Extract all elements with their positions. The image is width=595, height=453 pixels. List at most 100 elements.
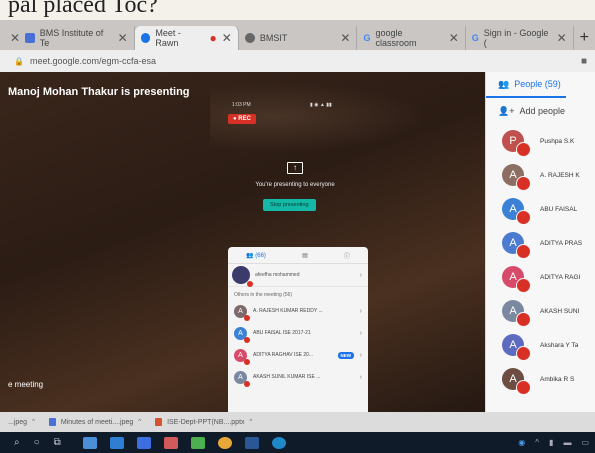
add-people-label: Add people (519, 106, 566, 116)
avatar: A (234, 370, 250, 387)
person-row[interactable]: A Akshara Y Ta (486, 328, 595, 362)
chrome-icon[interactable] (217, 436, 232, 449)
close-icon[interactable]: ✕ (222, 31, 232, 45)
person-row[interactable]: P Pushpa S.K (486, 124, 595, 158)
chevron-up-icon[interactable]: ^ (535, 438, 539, 447)
download-label: ...jpeg (8, 418, 28, 426)
avatar: A (234, 304, 250, 321)
store-icon[interactable] (109, 436, 124, 449)
tab-meet[interactable]: Meet - Rawn ● ✕ (134, 26, 239, 50)
mic-off-icon (244, 380, 250, 387)
person-row[interactable]: A ABU FAISAL (486, 192, 595, 226)
battery-icon[interactable]: ▬ (563, 438, 571, 447)
download-item[interactable]: ...jpeg ^ (8, 419, 35, 426)
mic-icon[interactable]: ▮ (549, 438, 553, 447)
keyboard-icon[interactable]: ▭ (581, 438, 589, 447)
self-row[interactable]: afeefha mohammed › (228, 264, 368, 287)
close-icon[interactable]: ✕ (340, 31, 350, 45)
globe-icon (244, 33, 255, 43)
address-bar[interactable]: 🔒 meet.google.com/egm-ccfa-esa ■ (0, 50, 595, 72)
chevron-right-icon: › (359, 307, 362, 315)
participant-row[interactable]: A A. RAJESH KUMAR REDDY ... › (228, 300, 368, 322)
avatar: A (502, 368, 531, 395)
cortana-icon[interactable]: ○ (34, 437, 40, 448)
download-item[interactable]: Minutes of meeti....jpeg ^ (48, 418, 141, 426)
mic-off-icon (516, 142, 531, 157)
avatar: A (502, 198, 531, 225)
participant-name: ADITYA RAGHAV ISE 20... (253, 352, 314, 358)
avatar-initial: A (509, 373, 517, 385)
edge-icon[interactable] (271, 436, 286, 449)
person-name: Ambika R S (540, 375, 575, 383)
avatar-initial: A (509, 169, 517, 181)
camera-icon[interactable]: ■ (581, 56, 587, 67)
google-icon: G (471, 33, 479, 43)
leave-meeting-text[interactable]: e meeting (8, 380, 43, 389)
chevron-right-icon: › (359, 373, 362, 381)
tab-google-classroom[interactable]: G google classroom ✕ (357, 26, 466, 50)
tab-sign-in[interactable]: G Sign in - Google ( ✕ (466, 26, 574, 50)
tab-people[interactable]: 👥 (66) (246, 252, 266, 259)
person-row[interactable]: A AKASH SUNI (486, 294, 595, 328)
chat-icon[interactable]: ▤ (302, 252, 308, 259)
person-name: ADITYA RAGI (540, 273, 581, 281)
info-icon[interactable]: ⓘ (344, 251, 350, 260)
close-icon[interactable]: ✕ (449, 31, 459, 45)
image-file-icon (48, 418, 56, 426)
task-view-icon[interactable]: ⧉ (54, 437, 61, 448)
recording-dot-icon: ● (209, 31, 217, 45)
avatar-initial: A (509, 339, 517, 351)
person-name: Akshara Y Ta (540, 341, 579, 349)
people-tab[interactable]: 👥 People (59) (486, 72, 566, 98)
close-icon[interactable]: ✕ (118, 31, 128, 45)
dropbox-icon[interactable] (136, 436, 151, 449)
download-item[interactable]: ISE-Dept-PPT(NB....pptx ^ (155, 418, 252, 426)
mic-off-icon (516, 244, 531, 259)
presentation-stage: Manoj Mohan Thakur is presenting 1:03 PM… (0, 72, 485, 412)
phone-tabs: 👥 (66) ▤ ⓘ (228, 247, 368, 264)
avatar-initial: A (238, 329, 243, 337)
chevron-up-icon[interactable]: ^ (250, 419, 253, 425)
tab-label: google classroom (375, 28, 417, 48)
app-icon[interactable] (163, 436, 178, 449)
chevron-up-icon[interactable]: ^ (138, 419, 141, 425)
avatar: A (234, 326, 250, 343)
mic-off-icon (516, 210, 531, 225)
participant-name: A. RAJESH KUMAR REDDY ... (253, 308, 323, 314)
chevron-up-icon[interactable]: ^ (32, 419, 35, 425)
file-explorer-icon[interactable] (82, 436, 97, 449)
add-people-button[interactable]: 👤+ Add people (486, 98, 595, 124)
close-icon[interactable]: ✕ (10, 31, 20, 45)
person-name: AKASH SUNI (540, 307, 580, 315)
tab-bms-institute[interactable]: ✕ BMS Institute of Te ✕ (4, 26, 135, 50)
participant-row[interactable]: A AKASH SUNIL KUMAR ISE ... › (228, 366, 368, 388)
tab-label: Sign in - Google ( (483, 28, 549, 48)
mic-off-icon (516, 346, 531, 361)
search-icon[interactable]: ⌕ (14, 437, 20, 448)
avatar: A (502, 232, 531, 259)
participant-row[interactable]: A ADITYA RAGHAV ISE 20... NEW › (228, 344, 368, 366)
person-row[interactable]: A ADITYA PRAS (486, 226, 595, 260)
tab-label: BMS Institute of Te (39, 28, 104, 48)
network-icon[interactable]: ◉ (518, 438, 525, 447)
stop-presenting-button[interactable]: Stop presenting (263, 199, 316, 211)
lock-icon: 🔒 (14, 56, 24, 66)
tab-bmsit[interactable]: BMSIT ✕ (239, 26, 358, 50)
person-row[interactable]: A Ambika R S (486, 362, 595, 396)
add-person-icon: 👤+ (498, 105, 515, 116)
close-icon[interactable]: ✕ (557, 31, 567, 45)
chevron-right-icon: › (359, 271, 362, 279)
participant-row[interactable]: A ABU FAISAL ISE 2017-21 › (228, 322, 368, 344)
people-icon: 👥 (246, 252, 254, 259)
word-icon[interactable] (244, 436, 259, 449)
mic-off-icon (516, 176, 531, 191)
mic-off-icon (516, 312, 531, 327)
mic-off-icon (516, 380, 531, 395)
phone-status-icons: ▮ ◉ ▲ ▮▮ (310, 102, 332, 108)
app-icon[interactable] (190, 436, 205, 449)
new-tab-button[interactable]: + (574, 26, 595, 50)
person-row[interactable]: A A. RAJESH K (486, 158, 595, 192)
system-tray: ◉ ^ ▮ ▬ ▭ (518, 438, 589, 447)
person-row[interactable]: A ADITYA RAGI (486, 260, 595, 294)
tab-label: Meet - Rawn (155, 28, 181, 48)
